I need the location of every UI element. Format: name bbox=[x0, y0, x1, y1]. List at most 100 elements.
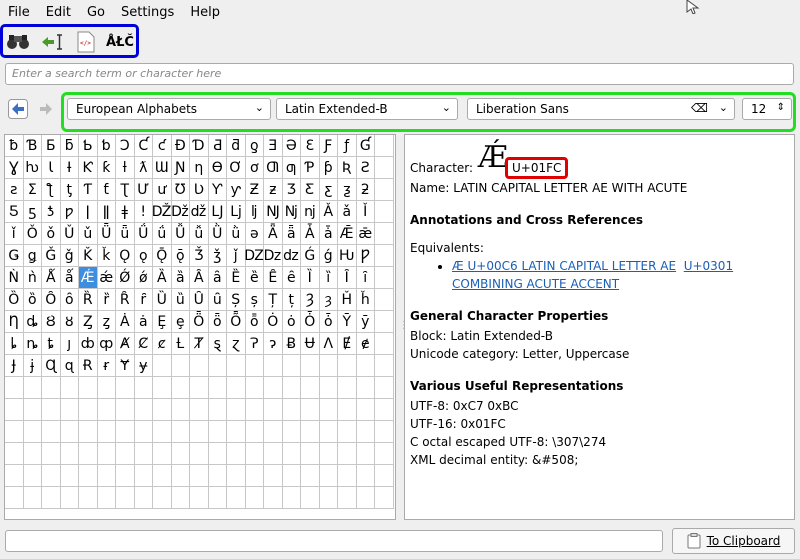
character-cell[interactable]: Ƌ bbox=[208, 135, 227, 157]
character-cell[interactable]: ƪ bbox=[42, 179, 61, 201]
character-cell[interactable]: ǳ bbox=[282, 245, 301, 267]
character-cell[interactable] bbox=[375, 201, 394, 223]
character-cell[interactable]: Ƹ bbox=[301, 179, 320, 201]
character-cell[interactable]: ƫ bbox=[60, 179, 79, 201]
character-cell[interactable]: Ȍ bbox=[5, 289, 24, 311]
to-clipboard-button[interactable]: To Clipboard bbox=[672, 528, 795, 554]
character-cell[interactable]: ȸ bbox=[79, 333, 98, 355]
character-cell[interactable]: Ǒ bbox=[23, 223, 42, 245]
character-cell[interactable]: Ƣ bbox=[264, 157, 283, 179]
character-cell[interactable]: Ǚ bbox=[171, 223, 190, 245]
character-cell[interactable]: Ƨ bbox=[356, 157, 375, 179]
character-cell[interactable]: ƽ bbox=[23, 201, 42, 223]
character-cell[interactable] bbox=[375, 267, 394, 289]
character-cell[interactable]: Ǩ bbox=[79, 245, 98, 267]
character-cell[interactable]: Ȱ bbox=[301, 311, 320, 333]
character-cell[interactable]: Ȕ bbox=[153, 289, 172, 311]
character-cell[interactable]: Ɨ bbox=[60, 157, 79, 179]
character-cell[interactable] bbox=[338, 355, 357, 377]
character-cell[interactable]: ɏ bbox=[134, 355, 153, 377]
character-cell[interactable]: ǯ bbox=[208, 245, 227, 267]
character-cell[interactable]: ȹ bbox=[97, 333, 116, 355]
character-cell[interactable]: Ǻ bbox=[42, 267, 61, 289]
character-cell[interactable]: ɇ bbox=[356, 333, 375, 355]
character-cell[interactable]: ɋ bbox=[60, 355, 79, 377]
character-cell[interactable]: Ǥ bbox=[5, 245, 24, 267]
character-cell[interactable]: Ǣ bbox=[338, 223, 357, 245]
character-cell[interactable]: Ƭ bbox=[79, 179, 98, 201]
character-cell[interactable]: Ǜ bbox=[208, 223, 227, 245]
character-cell[interactable]: ǂ bbox=[116, 201, 135, 223]
character-cell[interactable]: ƾ bbox=[42, 201, 61, 223]
character-cell[interactable]: Ǫ bbox=[116, 245, 135, 267]
character-cell[interactable]: Ƥ bbox=[301, 157, 320, 179]
character-cell[interactable]: Ƴ bbox=[208, 179, 227, 201]
character-cell[interactable]: Ƃ bbox=[42, 135, 61, 157]
character-cell[interactable]: ȅ bbox=[245, 267, 264, 289]
clipboard-text-field[interactable] bbox=[5, 530, 663, 552]
character-cell[interactable]: ȍ bbox=[23, 289, 42, 311]
character-cell[interactable]: Ɯ bbox=[153, 157, 172, 179]
character-cell[interactable]: ǃ bbox=[134, 201, 153, 223]
character-cell[interactable]: Ȁ bbox=[153, 267, 172, 289]
character-cell[interactable]: ƒ bbox=[338, 135, 357, 157]
character-cell[interactable]: Ǧ bbox=[42, 245, 61, 267]
character-cell[interactable]: Ƞ bbox=[5, 311, 24, 333]
character-cell[interactable]: ǒ bbox=[42, 223, 61, 245]
character-cell[interactable]: ȉ bbox=[319, 267, 338, 289]
character-cell[interactable]: ǘ bbox=[153, 223, 172, 245]
character-cell[interactable]: Ƒ bbox=[319, 135, 338, 157]
search-input[interactable]: Enter a search term or character here bbox=[5, 63, 794, 85]
character-cell[interactable]: Ʉ bbox=[301, 333, 320, 355]
character-cell[interactable]: Ȓ bbox=[116, 289, 135, 311]
character-cell[interactable] bbox=[227, 355, 246, 377]
character-cell[interactable]: Ƶ bbox=[245, 179, 264, 201]
character-cell[interactable]: ǹ bbox=[23, 267, 42, 289]
character-cell[interactable]: ǜ bbox=[227, 223, 246, 245]
character-cell[interactable]: Ǘ bbox=[134, 223, 153, 245]
character-cell[interactable]: Ǔ bbox=[60, 223, 79, 245]
character-cell[interactable]: ƈ bbox=[153, 135, 172, 157]
character-cell[interactable]: Ɏ bbox=[116, 355, 135, 377]
menu-settings[interactable]: Settings bbox=[113, 5, 182, 20]
character-cell[interactable]: Ƈ bbox=[134, 135, 153, 157]
character-cell[interactable]: Ʋ bbox=[190, 179, 209, 201]
character-cell[interactable]: ƿ bbox=[60, 201, 79, 223]
character-cell[interactable]: Ƅ bbox=[79, 135, 98, 157]
character-cell[interactable]: ȋ bbox=[356, 267, 375, 289]
character-cell[interactable]: ȭ bbox=[245, 311, 264, 333]
character-cell[interactable]: ɀ bbox=[227, 333, 246, 355]
character-cell[interactable]: ǣ bbox=[356, 223, 375, 245]
character-cell[interactable] bbox=[153, 355, 172, 377]
character-cell[interactable]: ƴ bbox=[227, 179, 246, 201]
character-cell[interactable]: ǆ bbox=[190, 201, 209, 223]
character-cell[interactable]: ƞ bbox=[190, 157, 209, 179]
character-cell[interactable] bbox=[264, 355, 283, 377]
character-cell[interactable] bbox=[190, 355, 209, 377]
character-cell[interactable]: Ƚ bbox=[171, 333, 190, 355]
character-cell[interactable]: Ǡ bbox=[301, 223, 320, 245]
character-cell[interactable]: ț bbox=[282, 289, 301, 311]
character-cell[interactable]: Ș bbox=[227, 289, 246, 311]
character-cell[interactable]: ȇ bbox=[282, 267, 301, 289]
character-cell[interactable]: Ɇ bbox=[338, 333, 357, 355]
character-cell[interactable]: ǁ bbox=[97, 201, 116, 223]
character-cell[interactable]: ȩ bbox=[171, 311, 190, 333]
menu-file[interactable]: File bbox=[0, 5, 38, 20]
character-cell[interactable]: Ʌ bbox=[319, 333, 338, 355]
character-cell[interactable] bbox=[375, 289, 394, 311]
character-cell[interactable]: Ǵ bbox=[301, 245, 320, 267]
character-cell[interactable]: ƥ bbox=[319, 157, 338, 179]
character-cell[interactable]: ȥ bbox=[97, 311, 116, 333]
character-cell[interactable]: ǉ bbox=[245, 201, 264, 223]
character-cell[interactable]: Ʊ bbox=[171, 179, 190, 201]
character-cell[interactable]: ƀ bbox=[5, 135, 24, 157]
character-cell[interactable] bbox=[375, 311, 394, 333]
character-cell[interactable]: ƃ bbox=[60, 135, 79, 157]
character-cell[interactable] bbox=[171, 355, 190, 377]
character-cell[interactable]: Ȝ bbox=[301, 289, 320, 311]
character-cell[interactable]: Ȃ bbox=[190, 267, 209, 289]
forward-arrow-icon[interactable] bbox=[36, 99, 56, 119]
character-cell[interactable]: Ǿ bbox=[116, 267, 135, 289]
character-cell[interactable] bbox=[375, 157, 394, 179]
